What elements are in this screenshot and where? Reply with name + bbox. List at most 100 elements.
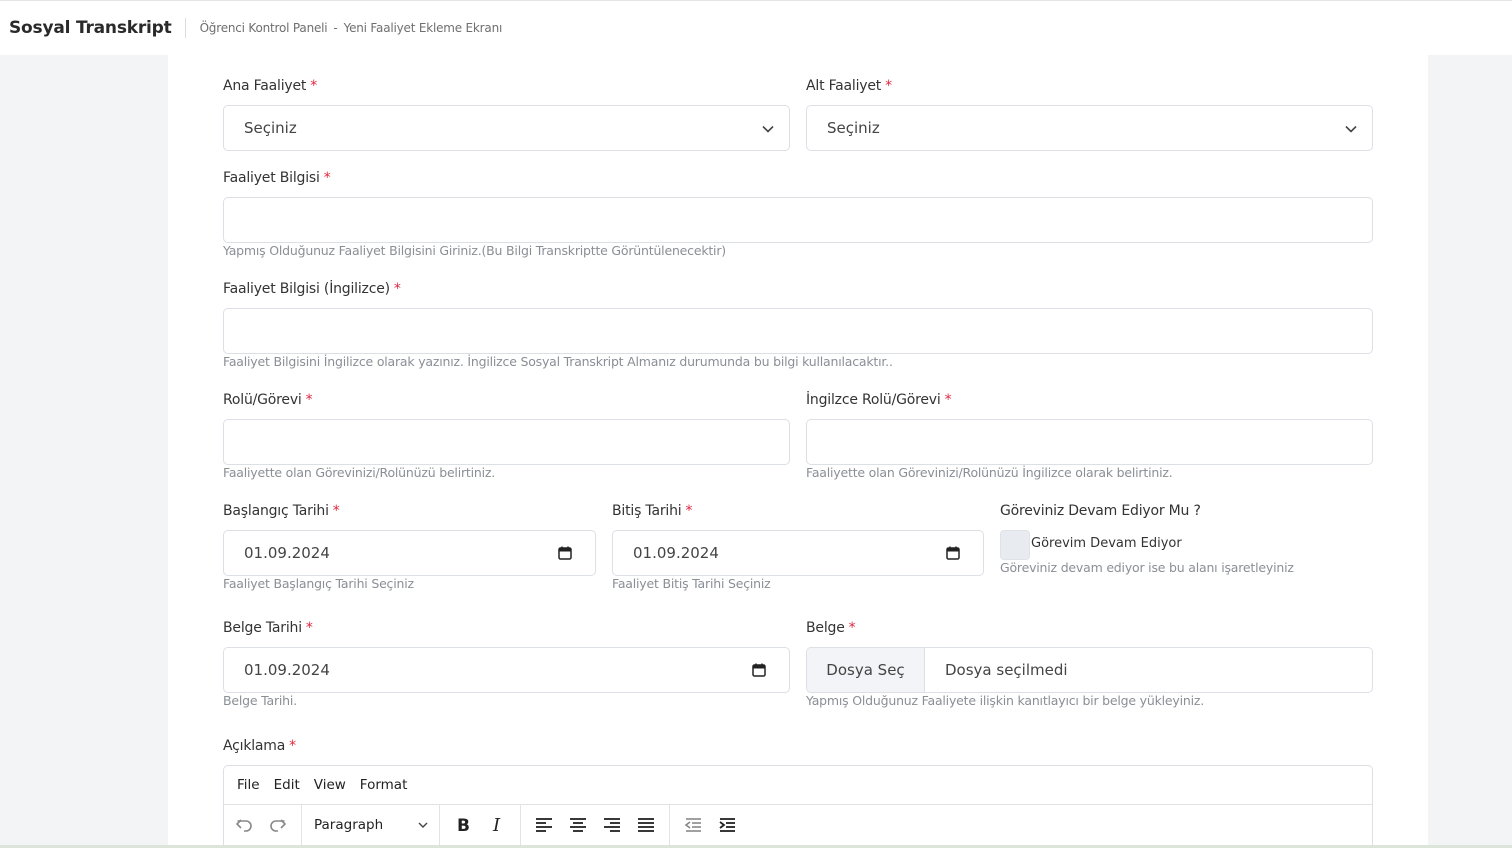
- faaliyet-bilgisi-label-text: Faaliyet Bilgisi: [223, 170, 320, 186]
- baslangic-help: Faaliyet Başlangıç Tarihi Seçiniz: [223, 576, 414, 591]
- undo-button[interactable]: [227, 808, 261, 842]
- alignment-group: [521, 805, 670, 845]
- outdent-icon: [684, 818, 701, 832]
- faaliyet-bilgisi-en-help: Faaliyet Bilgisini İngilizce olarak yazı…: [223, 354, 893, 369]
- top-bar: Sosyal Transkript Öğrenci Kontrol Paneli…: [0, 0, 1512, 55]
- calendar-icon[interactable]: [751, 662, 767, 678]
- alt-faaliyet-value: Seçiniz: [827, 119, 880, 137]
- formatting-group: B I: [440, 805, 521, 845]
- align-center-icon: [570, 818, 586, 832]
- baslangic-value: 01.09.2024: [244, 544, 330, 562]
- indent-button[interactable]: [710, 808, 744, 842]
- history-group: [224, 805, 302, 845]
- aciklama-label-text: Açıklama: [223, 738, 286, 754]
- breadcrumb-item-current: Yeni Faaliyet Ekleme Ekranı: [343, 21, 503, 35]
- bitis-help: Faaliyet Bitiş Tarihi Seçiniz: [612, 576, 771, 591]
- menu-view[interactable]: View: [314, 777, 346, 793]
- required-mark: *: [310, 78, 317, 94]
- breadcrumb-separator: -: [333, 21, 338, 35]
- rol-en-label: İngilzce Rolü/Görevi *: [806, 392, 952, 408]
- italic-icon: I: [492, 815, 501, 835]
- ana-faaliyet-label-text: Ana Faaliyet: [223, 78, 307, 94]
- required-mark: *: [323, 170, 331, 186]
- rol-en-help: Faaliyette olan Görevinizi/Rolünüzü İngi…: [806, 465, 1173, 480]
- editor-toolbar: Paragraph B I: [224, 805, 1372, 845]
- brand-title[interactable]: Sosyal Transkript: [0, 18, 185, 38]
- breadcrumb-item-panel[interactable]: Öğrenci Kontrol Paneli: [200, 21, 328, 35]
- belge-tarihi-date-input[interactable]: 01.09.2024: [223, 647, 790, 693]
- belge-tarihi-help: Belge Tarihi.: [223, 693, 297, 708]
- required-mark: *: [289, 738, 296, 754]
- belge-label: Belge *: [806, 620, 856, 636]
- bold-icon: B: [457, 816, 470, 835]
- chevron-down-icon: [1345, 125, 1357, 133]
- rol-help: Faaliyette olan Görevinizi/Rolünüzü beli…: [223, 465, 496, 480]
- menu-format[interactable]: Format: [360, 777, 408, 793]
- required-mark: *: [944, 392, 952, 408]
- rol-label-text: Rolü/Görevi: [223, 392, 302, 408]
- outdent-button[interactable]: [676, 808, 710, 842]
- editor-menubar: File Edit View Format: [224, 766, 1372, 805]
- block-format-value: Paragraph: [314, 817, 384, 833]
- faaliyet-bilgisi-input[interactable]: [223, 197, 1373, 243]
- align-justify-button[interactable]: [629, 808, 663, 842]
- rol-label: Rolü/Görevi *: [223, 392, 313, 408]
- alt-faaliyet-label-text: Alt Faaliyet: [806, 78, 882, 94]
- faaliyet-bilgisi-en-input[interactable]: [223, 308, 1373, 354]
- rol-input[interactable]: [223, 419, 790, 465]
- bitis-date-input[interactable]: 01.09.2024: [612, 530, 984, 576]
- breadcrumb: Öğrenci Kontrol Paneli - Yeni Faaliyet Ekl…: [200, 21, 503, 35]
- redo-button[interactable]: [261, 808, 295, 842]
- ana-faaliyet-value: Seçiniz: [244, 119, 297, 137]
- devam-label: Göreviniz Devam Ediyor Mu ?: [1000, 503, 1201, 519]
- align-left-button[interactable]: [527, 808, 561, 842]
- alt-faaliyet-select[interactable]: Seçiniz: [806, 105, 1373, 151]
- chevron-down-icon: [762, 125, 774, 133]
- required-mark: *: [685, 503, 693, 519]
- italic-button[interactable]: I: [480, 808, 514, 842]
- bitis-label: Bitiş Tarihi *: [612, 503, 692, 519]
- align-right-icon: [604, 818, 620, 832]
- ana-faaliyet-select[interactable]: Seçiniz: [223, 105, 790, 151]
- faaliyet-bilgisi-label: Faaliyet Bilgisi *: [223, 170, 331, 186]
- required-mark: *: [393, 281, 401, 297]
- calendar-icon[interactable]: [945, 545, 961, 561]
- belge-label-text: Belge: [806, 620, 845, 636]
- required-mark: *: [848, 620, 856, 636]
- calendar-icon[interactable]: [557, 545, 573, 561]
- align-right-button[interactable]: [595, 808, 629, 842]
- align-left-icon: [536, 818, 552, 832]
- baslangic-date-input[interactable]: 01.09.2024: [223, 530, 596, 576]
- bold-button[interactable]: B: [446, 808, 480, 842]
- align-center-button[interactable]: [561, 808, 595, 842]
- devam-checkbox[interactable]: [1000, 530, 1030, 560]
- belge-file-input[interactable]: Dosya Seç Dosya seçilmedi: [806, 647, 1373, 693]
- aciklama-label: Açıklama *: [223, 738, 296, 754]
- menu-file[interactable]: File: [237, 777, 260, 793]
- belge-tarihi-value: 01.09.2024: [244, 661, 330, 679]
- ana-faaliyet-label: Ana Faaliyet *: [223, 78, 317, 94]
- faaliyet-bilgisi-en-label-text: Faaliyet Bilgisi (İngilizce): [223, 281, 390, 297]
- menu-edit[interactable]: Edit: [274, 777, 300, 793]
- undo-icon: [235, 819, 252, 832]
- devam-checkbox-label[interactable]: Görevim Devam Ediyor: [1031, 536, 1182, 551]
- indent-group: [670, 805, 750, 845]
- svg-text:B: B: [457, 816, 470, 835]
- rich-text-editor[interactable]: File Edit View Format Paragraph B I: [223, 765, 1373, 848]
- rol-en-input[interactable]: [806, 419, 1373, 465]
- required-mark: *: [305, 620, 313, 636]
- required-mark: *: [885, 78, 892, 94]
- block-format-select[interactable]: Paragraph: [302, 805, 440, 845]
- alt-faaliyet-label: Alt Faaliyet *: [806, 78, 892, 94]
- redo-icon: [270, 819, 287, 832]
- required-mark: *: [305, 392, 313, 408]
- bitis-value: 01.09.2024: [633, 544, 719, 562]
- file-status: Dosya seçilmedi: [945, 661, 1068, 679]
- align-justify-icon: [638, 818, 654, 832]
- header-divider: [184, 18, 186, 38]
- chevron-down-icon: [418, 822, 428, 828]
- belge-tarihi-label: Belge Tarihi *: [223, 620, 313, 636]
- choose-file-button[interactable]: Dosya Seç: [807, 648, 925, 692]
- indent-icon: [719, 818, 735, 832]
- devam-help: Göreviniz devam ediyor ise bu alanı işar…: [1000, 560, 1294, 575]
